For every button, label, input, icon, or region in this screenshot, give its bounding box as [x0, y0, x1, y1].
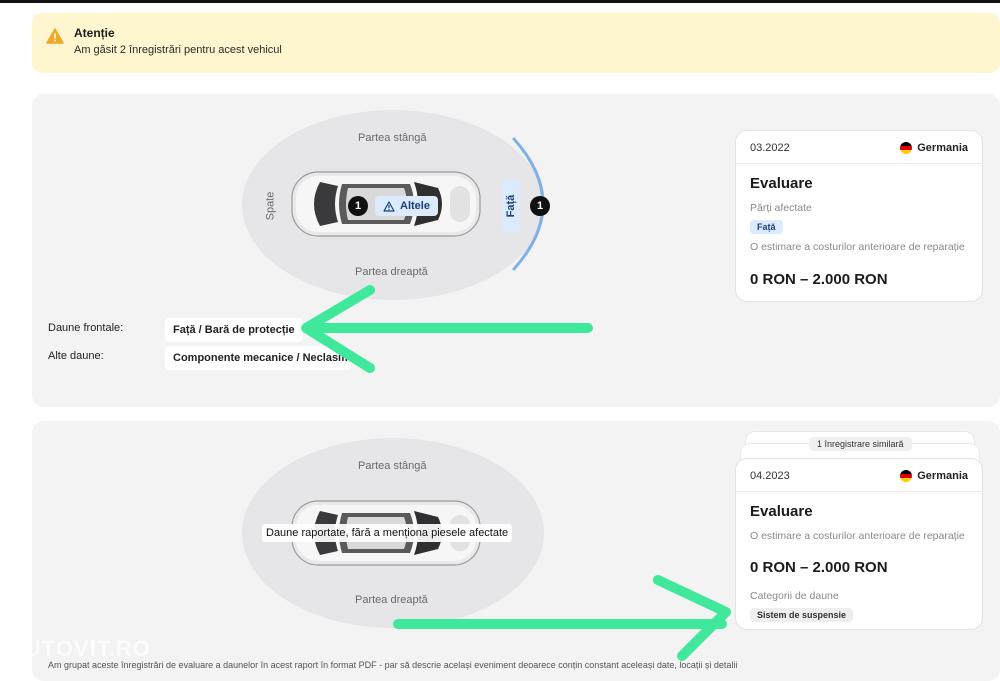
- left-side-label: Partea stângă: [358, 460, 427, 472]
- other-damage-value: Componente mecanice / Neclasific: [165, 346, 351, 370]
- frontal-damage-value: Față / Bară de protecție: [165, 318, 303, 342]
- damage-record-panel: 1 înregistrare similară Partea stângă Pa…: [32, 421, 1000, 681]
- frontal-damage-label: Daune frontale:: [48, 322, 124, 334]
- front-damage-chip[interactable]: Față: [502, 179, 520, 233]
- card-divider: [736, 491, 982, 492]
- record-country: Germania: [900, 470, 968, 482]
- record-country: Germania: [900, 142, 968, 154]
- card-divider: [736, 163, 982, 164]
- similar-records-badge[interactable]: 1 înregistrare similară: [809, 437, 912, 451]
- damage-category-tag: Sistem de suspensie: [750, 608, 854, 622]
- warning-title: Atenție: [74, 26, 115, 40]
- evaluation-card[interactable]: 03.2022 Germania Evaluare Părți afectate…: [735, 130, 983, 302]
- country-name: Germania: [917, 470, 968, 482]
- affected-part-tag: Față: [750, 220, 783, 234]
- country-name: Germania: [917, 142, 968, 154]
- record-date: 04.2023: [750, 470, 790, 482]
- other-damage-chip-label: Altele: [400, 200, 430, 212]
- other-damage-label: Alte daune:: [48, 350, 104, 362]
- back-label: Spate: [264, 191, 277, 221]
- watermark: AUTOVIT.RO: [8, 636, 151, 661]
- front-damage-chip-label: Față: [505, 195, 517, 218]
- warning-banner: Atenție Am găsit 2 înregistrări pentru a…: [32, 13, 1000, 73]
- front-damage-count: 1: [530, 196, 550, 216]
- alert-triangle-icon: [383, 200, 395, 212]
- center-damage-count: 1: [348, 196, 368, 216]
- card-title: Evaluare: [750, 175, 813, 192]
- right-side-label: Partea dreaptă: [355, 266, 428, 278]
- top-bar: [0, 0, 1000, 3]
- unspecified-damage-tooltip: Daune raportate, fără a menționa piesele…: [262, 524, 513, 542]
- warning-icon: [46, 28, 64, 44]
- record-date: 03.2022: [750, 142, 790, 154]
- flag-germany-icon: [900, 470, 913, 482]
- other-damage-chip[interactable]: Altele: [375, 196, 438, 216]
- estimate-label: O estimare a costurilor anterioare de re…: [750, 241, 965, 253]
- front-damage-label: Față: [505, 194, 517, 218]
- left-side-label: Partea stângă: [358, 132, 427, 144]
- evaluation-card[interactable]: 04.2023 Germania Evaluare O estimare a c…: [735, 458, 983, 630]
- cost-estimate: 0 RON – 2.000 RON: [750, 271, 888, 288]
- warning-message: Am găsit 2 înregistrări pentru acest veh…: [74, 44, 282, 56]
- flag-germany-icon: [900, 142, 913, 154]
- right-side-label: Partea dreaptă: [355, 594, 428, 606]
- estimate-label: O estimare a costurilor anterioare de re…: [750, 530, 965, 542]
- damage-category-label: Categorii de daune: [750, 590, 839, 602]
- cost-estimate: 0 RON – 2.000 RON: [750, 559, 888, 576]
- affected-parts-label: Părți afectate: [750, 202, 812, 214]
- damage-record-panel: Partea stângă Partea dreaptă Spate 1 Alt…: [32, 94, 1000, 407]
- card-title: Evaluare: [750, 503, 813, 520]
